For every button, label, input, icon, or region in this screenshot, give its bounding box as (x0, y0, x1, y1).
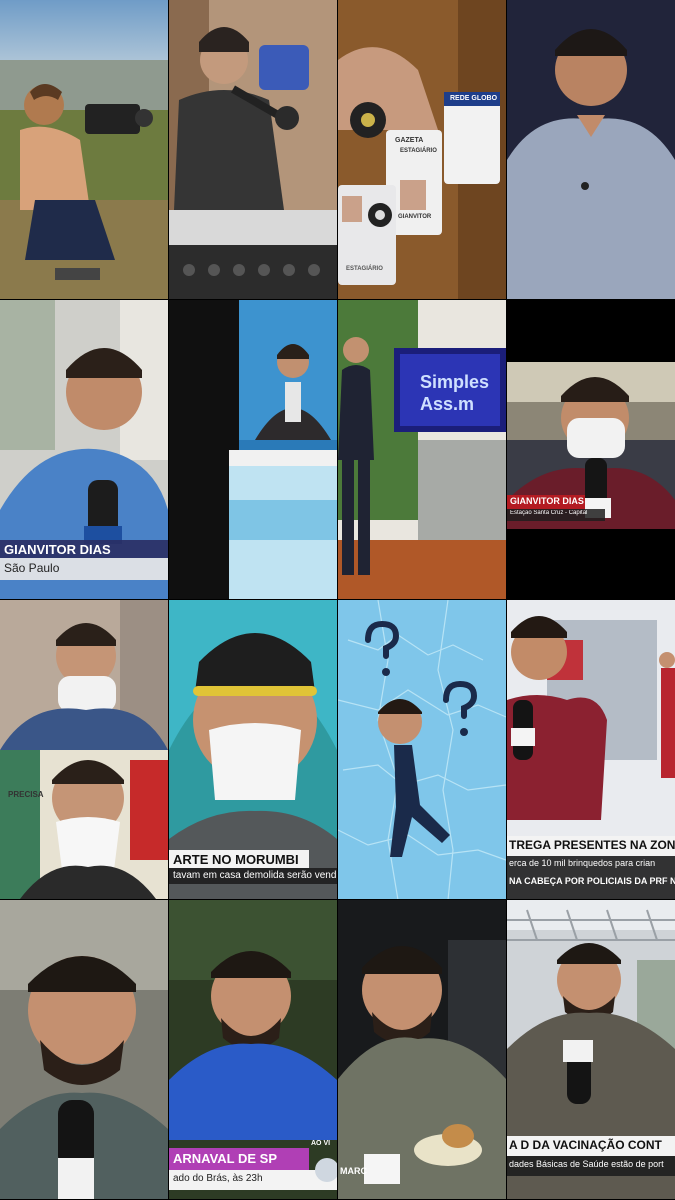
badge-gazeta: GAZETA (395, 137, 424, 144)
photo-boy-with-camera (0, 0, 168, 299)
lower-third-sub: dades Básicas de Saúde estão de port (509, 1159, 664, 1169)
lower-third-headline: ARNAVAL DE SP (173, 1151, 278, 1166)
badge-rede-globo: REDE GLOBO (450, 95, 498, 102)
wall-sign-text: PRECISA (8, 790, 44, 799)
show-sign-line1: Simples (420, 372, 490, 392)
photo-masked-street-and-wall: PRECISA (0, 600, 168, 899)
photo-anchor-desk (169, 300, 337, 599)
photo-reporter-closeup (0, 900, 168, 1199)
lower-third-ticker: NA CABEÇA POR POLICIAIS DA PRF NO (509, 876, 675, 886)
lower-third-name: GIANVITOR DIAS (510, 496, 584, 506)
badge-estagiario-upper: ESTAGIÁRIO (400, 148, 437, 154)
photo-radio-studio (169, 0, 337, 299)
photo-reporter-carnaval: ARNAVAL DE SP ado do Brás, às 23h AO VI (169, 900, 337, 1199)
photo-gray-shirt-portrait (507, 0, 675, 299)
photo-masked-reporter-morumbi: ARTE NO MORUMBI tavam em casa demolida s… (169, 600, 337, 899)
show-sign-line2: Ass.m (420, 394, 475, 414)
photo-masked-reporter-station: GIANVITOR DIAS Estação Santa Cruz - Capi… (507, 300, 675, 599)
photo-reporter-zona-leste: TREGA PRESENTES NA ZONA erca de 10 mil b… (507, 600, 675, 899)
lower-third-place: São Paulo (4, 561, 60, 575)
live-indicator: AO VI (311, 1140, 331, 1147)
lower-third-name: GIANVITOR DIAS (4, 542, 111, 557)
photo-press-badges: REDE GLOBO GAZETA ESTAGIÁRIO GIANVITOR E… (338, 0, 506, 299)
lower-third-headline: TREGA PRESENTES NA ZONA (509, 838, 675, 852)
badge-estagiario-lower: ESTAGIÁRIO (346, 266, 383, 272)
lower-third-sub: ado do Brás, às 23h (173, 1173, 263, 1184)
photo-collage-grid: REDE GLOBO GAZETA ESTAGIÁRIO GIANVITOR E… (0, 0, 675, 1200)
badge-gianvitor: GIANVITOR (398, 214, 432, 220)
photo-simples-assim-set: Simples Ass.m (338, 300, 506, 599)
lower-third-sub: tavam em casa demolida serão vendi (173, 870, 337, 881)
photo-reporter-vaccination: A D DA VACINAÇÃO CONT dades Básicas de S… (507, 900, 675, 1199)
lower-third-place: Estação Santa Cruz - Capital (510, 510, 588, 516)
brand-caption: MARC (340, 1166, 367, 1176)
photo-reporter-sao-paulo: GIANVITOR DIAS São Paulo (0, 300, 168, 599)
lower-third-headline: ARTE NO MORUMBI (173, 852, 299, 867)
lower-third-headline: A D DA VACINAÇÃO CONT (509, 1138, 662, 1152)
illustration-map-question-marks (338, 600, 506, 899)
lower-third-sub: erca de 10 mil brinquedos para crian (509, 858, 656, 868)
photo-reporter-tasting: MARC (338, 900, 506, 1199)
